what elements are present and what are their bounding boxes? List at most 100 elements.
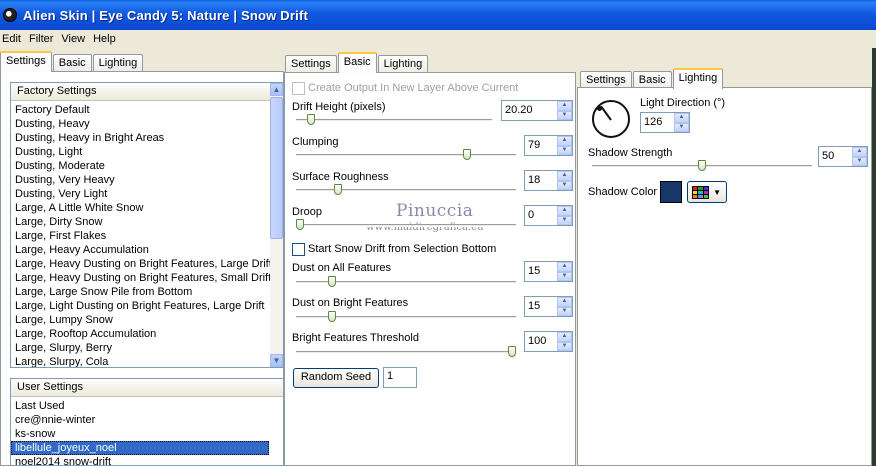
app-icon[interactable] — [3, 8, 17, 22]
list-item[interactable]: Last Used — [11, 399, 269, 413]
shadow-strength-stepper[interactable]: 50 ▲ ▼ — [818, 146, 868, 167]
down-arrow-icon[interactable]: ▼ — [557, 145, 572, 155]
clumping-stepper[interactable]: 79 ▲ ▼ — [524, 135, 573, 156]
dust-all-slider[interactable] — [327, 276, 336, 287]
scroll-up-button[interactable]: ▲ — [270, 83, 283, 96]
droop-stepper[interactable]: 0 ▲ ▼ — [524, 205, 573, 226]
start-from-selection-checkbox[interactable] — [292, 243, 305, 256]
list-item[interactable]: noel2014 snow-drift — [11, 455, 269, 465]
surface-roughness-value[interactable]: 18 — [525, 171, 557, 190]
tab-lighting-2[interactable]: Lighting — [377, 55, 429, 73]
menu-help[interactable]: Help — [91, 33, 122, 45]
list-item[interactable]: Large, Slurpy, Cola — [11, 355, 283, 367]
down-arrow-icon[interactable]: ▼ — [852, 156, 867, 166]
tab-settings[interactable]: Settings — [0, 51, 52, 72]
shadow-strength-slider[interactable] — [698, 160, 706, 171]
dust-all-stepper[interactable]: 15 ▲ ▼ — [524, 261, 573, 282]
scroll-down-button[interactable]: ▼ — [270, 354, 283, 367]
tab-lighting[interactable]: Lighting — [92, 54, 144, 72]
list-item[interactable]: libellule_joyeux_noel — [11, 441, 269, 455]
tab-basic-2[interactable]: Basic — [337, 52, 377, 73]
up-arrow-icon[interactable]: ▲ — [557, 101, 572, 111]
bright-threshold-slider[interactable] — [508, 346, 516, 357]
tab-basic[interactable]: Basic — [52, 54, 92, 72]
menu-edit[interactable]: Edit — [0, 33, 27, 45]
preview-edge — [872, 48, 876, 466]
list-item[interactable]: Large, A Little White Snow — [11, 201, 283, 215]
random-seed-input[interactable]: 1 — [383, 367, 417, 388]
dust-all-value[interactable]: 15 — [525, 262, 557, 281]
drift-height-slider[interactable] — [307, 114, 316, 125]
up-arrow-icon[interactable]: ▲ — [557, 262, 572, 272]
down-arrow-icon[interactable]: ▼ — [557, 341, 572, 351]
factory-scrollbar[interactable]: ▲ ▼ — [270, 83, 283, 367]
light-direction-value[interactable]: 126 — [641, 113, 674, 132]
menu-bar: Edit Filter View Help — [0, 30, 876, 48]
drift-height-stepper[interactable]: 20.20 ▲ ▼ — [501, 100, 573, 121]
list-item[interactable]: Large, Lumpy Snow — [11, 313, 283, 327]
down-arrow-icon[interactable]: ▼ — [557, 180, 572, 190]
left-tab-row: Settings Basic Lighting — [0, 50, 144, 72]
droop-slider[interactable] — [296, 219, 304, 230]
list-item[interactable]: Large, Heavy Dusting on Bright Features,… — [11, 271, 283, 285]
shadow-color-swatch[interactable] — [659, 180, 683, 204]
dust-bright-value[interactable]: 15 — [525, 297, 557, 316]
list-item[interactable]: Dusting, Heavy in Bright Areas — [11, 131, 283, 145]
color-palette-icon — [692, 186, 709, 199]
bright-threshold-stepper[interactable]: 100 ▲ ▼ — [524, 331, 573, 352]
surface-roughness-slider[interactable] — [334, 184, 343, 195]
tab-lighting-3[interactable]: Lighting — [672, 68, 724, 89]
drift-height-value[interactable]: 20.20 — [502, 101, 557, 120]
list-item[interactable]: Dusting, Moderate — [11, 159, 283, 173]
up-arrow-icon[interactable]: ▲ — [674, 113, 689, 123]
list-item[interactable]: Dusting, Heavy — [11, 117, 283, 131]
list-item[interactable]: Large, Heavy Dusting on Bright Features,… — [11, 257, 283, 271]
user-settings-list[interactable]: User Settings Last Used cre@nnie-winter ks… — [10, 378, 284, 466]
color-picker-button[interactable]: ▼ — [687, 181, 727, 203]
up-arrow-icon[interactable]: ▲ — [557, 136, 572, 146]
list-item[interactable]: ks-snow — [11, 427, 269, 441]
drift-height-label: Drift Height (pixels) — [292, 101, 386, 113]
dial-knob[interactable] — [597, 106, 602, 111]
up-arrow-icon[interactable]: ▲ — [557, 332, 572, 342]
light-direction-dial[interactable] — [592, 100, 630, 138]
list-item[interactable]: Large, First Flakes — [11, 229, 283, 243]
random-seed-button[interactable]: Random Seed — [293, 368, 379, 388]
factory-settings-list[interactable]: Factory Settings Factory Default Dusting,… — [10, 82, 284, 368]
bright-threshold-track — [296, 351, 516, 354]
scroll-thumb[interactable] — [270, 97, 283, 239]
list-item[interactable]: Factory Default — [11, 103, 283, 117]
list-item[interactable]: Large, Large Snow Pile from Bottom — [11, 285, 283, 299]
menu-filter[interactable]: Filter — [27, 33, 59, 45]
bright-threshold-value[interactable]: 100 — [525, 332, 557, 351]
menu-view[interactable]: View — [59, 33, 91, 45]
up-arrow-icon[interactable]: ▲ — [557, 171, 572, 181]
list-item[interactable]: Large, Slurpy, Berry — [11, 341, 283, 355]
dust-bright-slider[interactable] — [327, 311, 336, 322]
dust-bright-stepper[interactable]: 15 ▲ ▼ — [524, 296, 573, 317]
create-output-checkbox[interactable] — [292, 82, 305, 95]
down-arrow-icon[interactable]: ▼ — [557, 110, 572, 120]
down-arrow-icon[interactable]: ▼ — [557, 215, 572, 225]
up-arrow-icon[interactable]: ▲ — [557, 206, 572, 216]
up-arrow-icon[interactable]: ▲ — [557, 297, 572, 307]
list-item[interactable]: cre@nnie-winter — [11, 413, 269, 427]
surface-roughness-stepper[interactable]: 18 ▲ ▼ — [524, 170, 573, 191]
down-arrow-icon[interactable]: ▼ — [674, 122, 689, 132]
droop-value[interactable]: 0 — [525, 206, 557, 225]
bright-threshold-label: Bright Features Threshold — [292, 332, 419, 344]
list-item[interactable]: Large, Heavy Accumulation — [11, 243, 283, 257]
light-direction-stepper[interactable]: 126 ▲ ▼ — [640, 112, 690, 133]
list-item[interactable]: Dusting, Very Light — [11, 187, 283, 201]
clumping-value[interactable]: 79 — [525, 136, 557, 155]
list-item[interactable]: Dusting, Very Heavy — [11, 173, 283, 187]
list-item[interactable]: Large, Light Dusting on Bright Features,… — [11, 299, 283, 313]
shadow-strength-value[interactable]: 50 — [819, 147, 852, 166]
up-arrow-icon[interactable]: ▲ — [852, 147, 867, 157]
down-arrow-icon[interactable]: ▼ — [557, 306, 572, 316]
list-item[interactable]: Dusting, Light — [11, 145, 283, 159]
tab-settings-2[interactable]: Settings — [285, 55, 337, 73]
list-item[interactable]: Large, Dirty Snow — [11, 215, 283, 229]
down-arrow-icon[interactable]: ▼ — [557, 271, 572, 281]
list-item[interactable]: Large, Rooftop Accumulation — [11, 327, 283, 341]
